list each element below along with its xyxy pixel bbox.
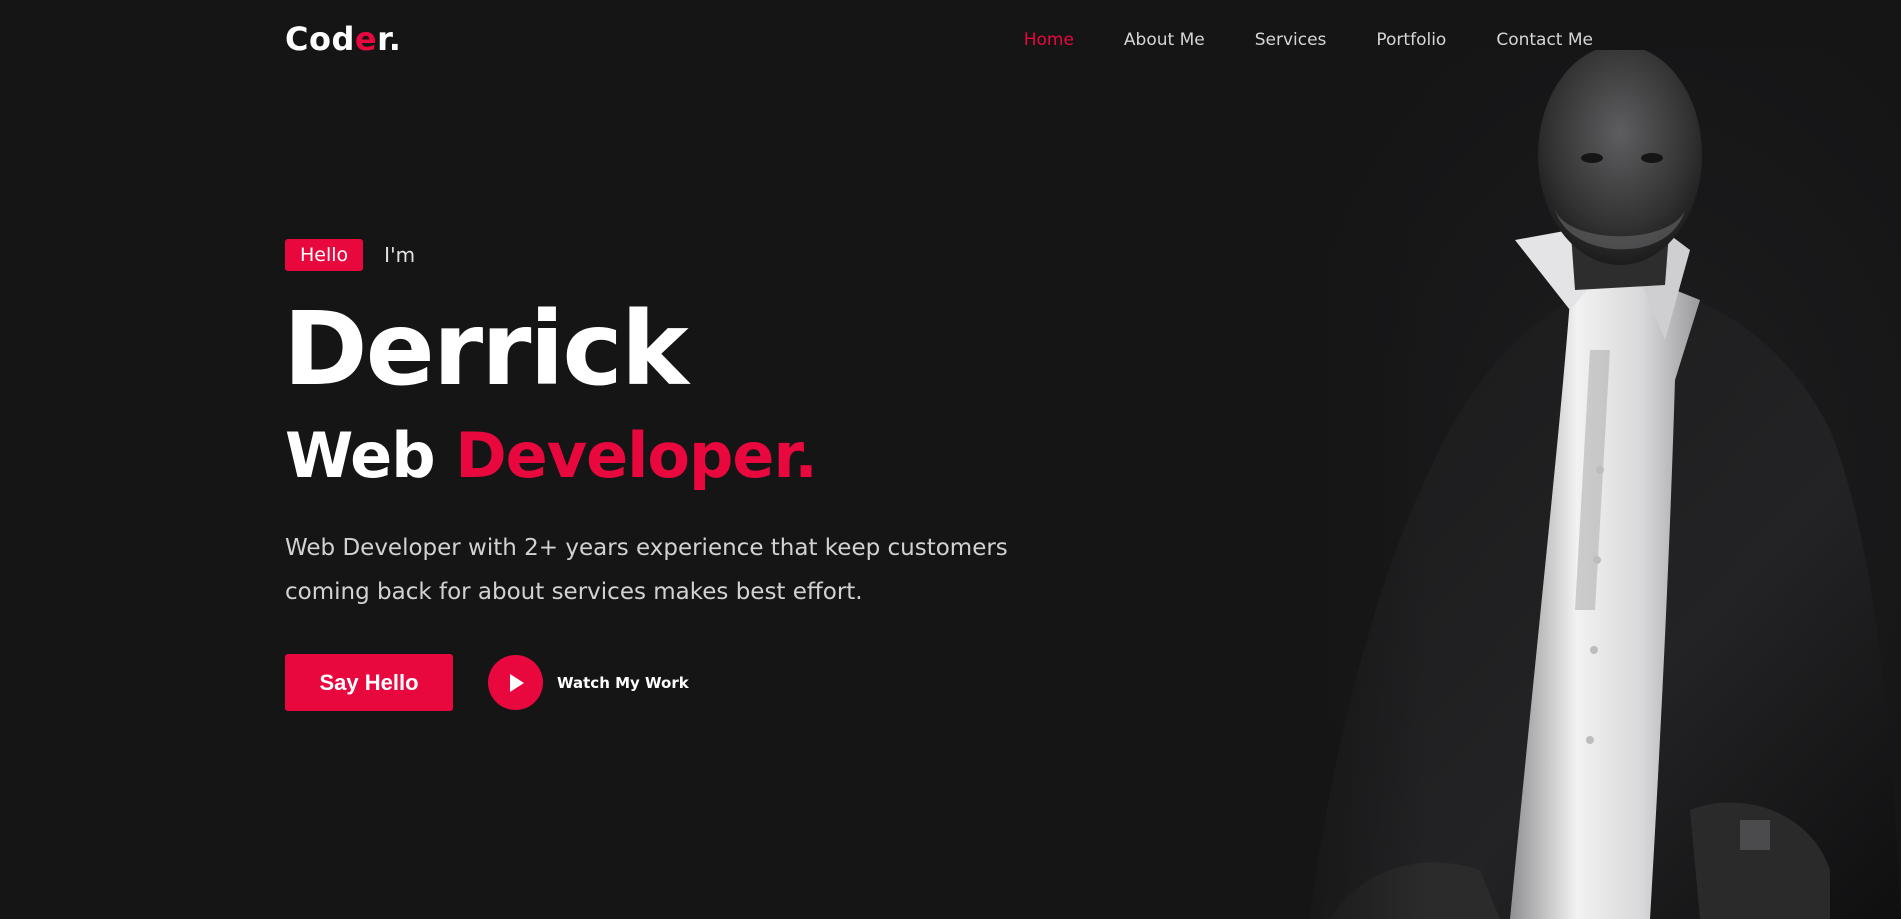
greeting: Hello I'm — [285, 239, 415, 271]
watch-my-work-link[interactable]: Watch My Work — [488, 655, 689, 710]
play-button[interactable] — [488, 655, 543, 710]
logo-prefix: Cod — [285, 20, 355, 58]
intro-text: I'm — [384, 243, 416, 267]
role-first: Web — [285, 419, 436, 492]
portrait-photo — [1270, 50, 1901, 919]
logo-suffix: r. — [377, 20, 402, 58]
say-hello-button[interactable]: Say Hello — [285, 654, 453, 711]
play-icon — [509, 673, 524, 692]
nav-about-me[interactable]: About Me — [1124, 26, 1205, 54]
hero-role: Web Developer. — [285, 416, 818, 496]
logo[interactable]: Coder. — [285, 18, 401, 60]
hero-description: Web Developer with 2+ years experience t… — [285, 535, 1008, 605]
role-accent: Developer. — [455, 419, 818, 492]
nav-home[interactable]: Home — [1024, 26, 1074, 54]
logo-accent: e — [354, 20, 378, 58]
page: Coder. Home About Me Services Portfolio … — [0, 0, 1901, 919]
hero-name: Derrick — [283, 290, 689, 409]
watch-label: Watch My Work — [557, 673, 689, 692]
cta-row: Say Hello Watch My Work — [285, 654, 689, 711]
hello-badge: Hello — [285, 239, 364, 271]
